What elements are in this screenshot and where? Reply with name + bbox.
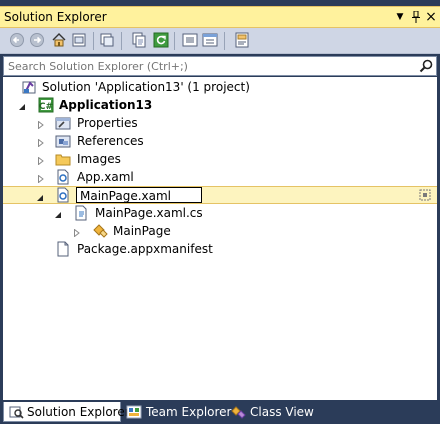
collapsed-arrow-icon[interactable]	[37, 118, 45, 130]
toolbar-separator	[174, 32, 175, 50]
tab-class-view[interactable]: Class View	[230, 402, 320, 422]
pin-button[interactable]	[409, 9, 423, 25]
search-input[interactable]	[8, 58, 408, 74]
class-diagram-icon	[235, 32, 249, 48]
search-icon	[419, 59, 433, 73]
document-window-icon	[72, 33, 86, 47]
collapsed-arrow-icon[interactable]	[37, 154, 45, 166]
tab-label: Solution Explorer	[27, 405, 130, 419]
tree-item-mainpage-xaml[interactable]: MainPage.xaml	[3, 186, 437, 204]
collapsed-arrow-icon[interactable]	[37, 172, 45, 184]
search-button[interactable]	[418, 58, 434, 74]
tree-item-label: MainPage.xaml.cs	[95, 206, 203, 220]
back-arrow-icon	[10, 33, 24, 47]
forward-button[interactable]	[29, 32, 45, 48]
refresh-button[interactable]	[153, 32, 169, 48]
solution-tree: Solution 'Application13' (1 project) C# …	[3, 77, 437, 400]
tree-item-images[interactable]: Images	[3, 150, 437, 168]
tool-window-tabs: Solution Explorer Team Explorer Class Vi…	[0, 400, 440, 424]
tree-item-app-xaml[interactable]: App.xaml	[3, 168, 437, 186]
references-icon	[55, 133, 71, 149]
home-button[interactable]	[51, 32, 67, 48]
xaml-file-icon	[55, 169, 71, 185]
pin-icon	[412, 10, 420, 23]
tree-item-solution[interactable]: Solution 'Application13' (1 project)	[3, 78, 437, 96]
class-view-icon	[230, 404, 246, 420]
show-all-files-icon	[132, 32, 146, 48]
panel-title: Solution Explorer	[4, 10, 107, 24]
properties-icon	[202, 33, 218, 47]
files-stack-icon	[100, 33, 114, 47]
tree-item-label: Solution 'Application13' (1 project)	[42, 80, 250, 94]
tree-item-label: MainPage	[113, 224, 171, 238]
tab-team-explorer[interactable]: Team Explorer	[124, 402, 232, 422]
manifest-file-icon	[55, 241, 71, 257]
tree-item-label: References	[77, 134, 144, 148]
tree-item-label: Properties	[77, 116, 138, 130]
preview-selected-item-icon[interactable]	[417, 187, 433, 203]
wrench-folder-icon	[55, 115, 71, 131]
pending-changes-filter-button[interactable]	[99, 32, 115, 48]
title-bar: Solution Explorer ▼ ×	[0, 6, 440, 28]
csharp-file-icon	[73, 205, 89, 221]
rename-input[interactable]: MainPage.xaml	[76, 187, 202, 203]
close-button[interactable]: ×	[424, 9, 438, 25]
expanded-arrow-icon[interactable]	[36, 191, 44, 201]
collapse-all-button[interactable]	[182, 32, 198, 48]
expanded-arrow-icon[interactable]	[54, 208, 62, 218]
refresh-icon	[153, 32, 169, 48]
toolbar-separator	[93, 32, 94, 50]
tab-label: Class View	[250, 405, 314, 419]
solution-explorer-icon	[8, 404, 24, 420]
show-all-files-button[interactable]	[131, 32, 147, 48]
tree-item-label: Application13	[59, 98, 153, 112]
xaml-file-icon	[55, 187, 71, 203]
tree-item-label: Images	[77, 152, 121, 166]
tree-item-properties[interactable]: Properties	[3, 114, 437, 132]
tree-item-references[interactable]: References	[3, 132, 437, 150]
tree-item-project[interactable]: C# Application13	[3, 96, 437, 114]
collapse-all-icon	[182, 33, 198, 47]
window-position-dropdown-button[interactable]: ▼	[393, 9, 407, 25]
tree-item-label: App.xaml	[77, 170, 134, 184]
view-class-diagram-button[interactable]	[234, 32, 250, 48]
sync-with-active-document-button[interactable]	[71, 32, 87, 48]
forward-arrow-icon	[30, 33, 44, 47]
collapsed-arrow-icon[interactable]	[73, 226, 81, 238]
tab-label: Team Explorer	[146, 405, 232, 419]
toolbar-separator	[121, 32, 122, 50]
toolbar	[0, 28, 440, 54]
rename-input-value: MainPage.xaml	[80, 189, 171, 203]
solution-icon	[22, 79, 38, 95]
properties-button[interactable]	[202, 32, 218, 48]
collapsed-arrow-icon[interactable]	[37, 136, 45, 148]
tree-item-mainpage-class[interactable]: MainPage	[3, 222, 437, 240]
tree-item-package-appxmanifest[interactable]: Package.appxmanifest	[3, 240, 437, 258]
tree-item-mainpage-xaml-cs[interactable]: MainPage.xaml.cs	[3, 204, 437, 222]
expanded-arrow-icon[interactable]	[18, 100, 26, 110]
tree-item-label: Package.appxmanifest	[77, 242, 213, 256]
home-icon	[52, 33, 66, 47]
toolbar-separator	[224, 32, 225, 50]
tab-solution-explorer[interactable]: Solution Explorer	[3, 402, 130, 422]
folder-icon	[55, 151, 71, 167]
class-icon	[92, 223, 108, 239]
csharp-project-icon: C#	[38, 97, 54, 113]
team-explorer-icon	[126, 404, 142, 420]
svg-text:C#: C#	[39, 102, 53, 112]
solution-explorer-panel: Solution Explorer ▼ × Search Solution Ex…	[0, 0, 440, 424]
search-box	[3, 56, 437, 76]
back-button[interactable]	[9, 32, 25, 48]
